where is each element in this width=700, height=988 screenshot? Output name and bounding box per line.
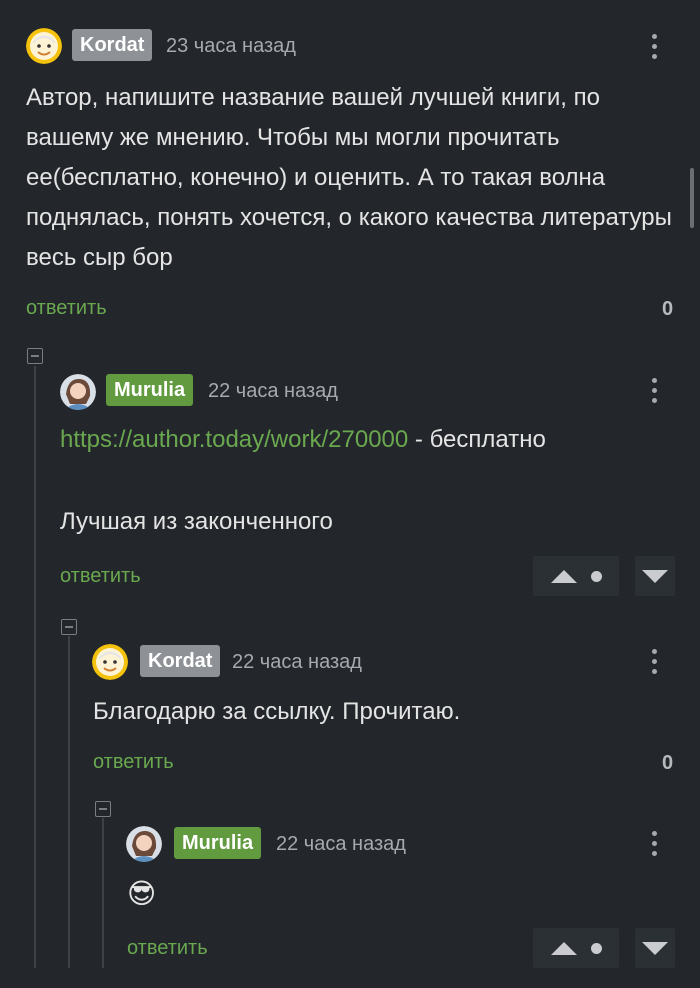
vote-down-group	[635, 928, 675, 968]
comment-link-suffix: - бесплатно	[408, 426, 546, 453]
comment-text: Лучшая из законченного	[60, 508, 333, 535]
comment-time[interactable]: 22 часа назад	[232, 651, 362, 674]
collapse-minus-icon[interactable]	[95, 801, 111, 817]
avatar-photo-icon	[126, 826, 162, 862]
more-vertical-icon[interactable]	[644, 30, 664, 62]
comment-text: https://author.today/work/270000 - беспл…	[60, 420, 680, 460]
vote-up-group	[533, 928, 619, 968]
avatar-photo-icon	[60, 374, 96, 410]
collapse-minus-icon[interactable]	[27, 348, 43, 364]
avatar[interactable]	[26, 28, 62, 64]
comment-time[interactable]: 23 часа назад	[166, 35, 296, 58]
reply-link[interactable]: ответить	[26, 297, 107, 320]
vote-down-group	[635, 556, 675, 596]
comment-time[interactable]: 22 часа назад	[208, 380, 338, 403]
thread-line-level-3	[102, 818, 104, 968]
reply-link[interactable]: ответить	[93, 751, 174, 774]
comment-time[interactable]: 22 часа назад	[276, 833, 406, 856]
avatar-face-icon	[26, 28, 62, 64]
rating-dot-icon	[590, 570, 602, 582]
more-vertical-icon[interactable]	[644, 374, 664, 406]
vote-up-icon[interactable]	[550, 569, 577, 583]
thread-line-level-1	[34, 366, 36, 968]
thread-line-level-2	[68, 636, 70, 968]
rating-dot-icon	[590, 942, 602, 954]
comment-text: 😎	[127, 878, 157, 909]
vote-down-icon[interactable]	[642, 569, 668, 583]
vote-up-icon[interactable]	[550, 941, 577, 955]
avatar[interactable]	[60, 374, 96, 410]
rating-count: 0	[662, 752, 674, 774]
more-vertical-icon[interactable]	[644, 827, 664, 859]
vote-up-group	[533, 556, 619, 596]
rating-count: 0	[662, 298, 674, 320]
reply-link[interactable]: ответить	[60, 565, 141, 588]
more-vertical-icon[interactable]	[644, 645, 664, 677]
comment-text: Автор, напишите название вашей лучшей кн…	[26, 84, 672, 271]
reply-link[interactable]: ответить	[127, 937, 208, 960]
collapse-minus-icon[interactable]	[61, 619, 77, 635]
vote-down-icon[interactable]	[642, 941, 668, 955]
author-badge[interactable]: Kordat	[140, 645, 221, 677]
comment-link[interactable]: https://author.today/work/270000	[60, 426, 408, 453]
comment-text: Благодарю за ссылку. Прочитаю.	[93, 698, 461, 725]
avatar-face-icon	[92, 644, 128, 680]
author-badge[interactable]: Murulia	[106, 374, 194, 406]
avatar[interactable]	[92, 644, 128, 680]
avatar[interactable]	[126, 826, 162, 862]
scrollbar[interactable]	[690, 168, 694, 228]
author-badge[interactable]: Murulia	[174, 827, 262, 859]
author-badge[interactable]: Kordat	[72, 29, 153, 61]
